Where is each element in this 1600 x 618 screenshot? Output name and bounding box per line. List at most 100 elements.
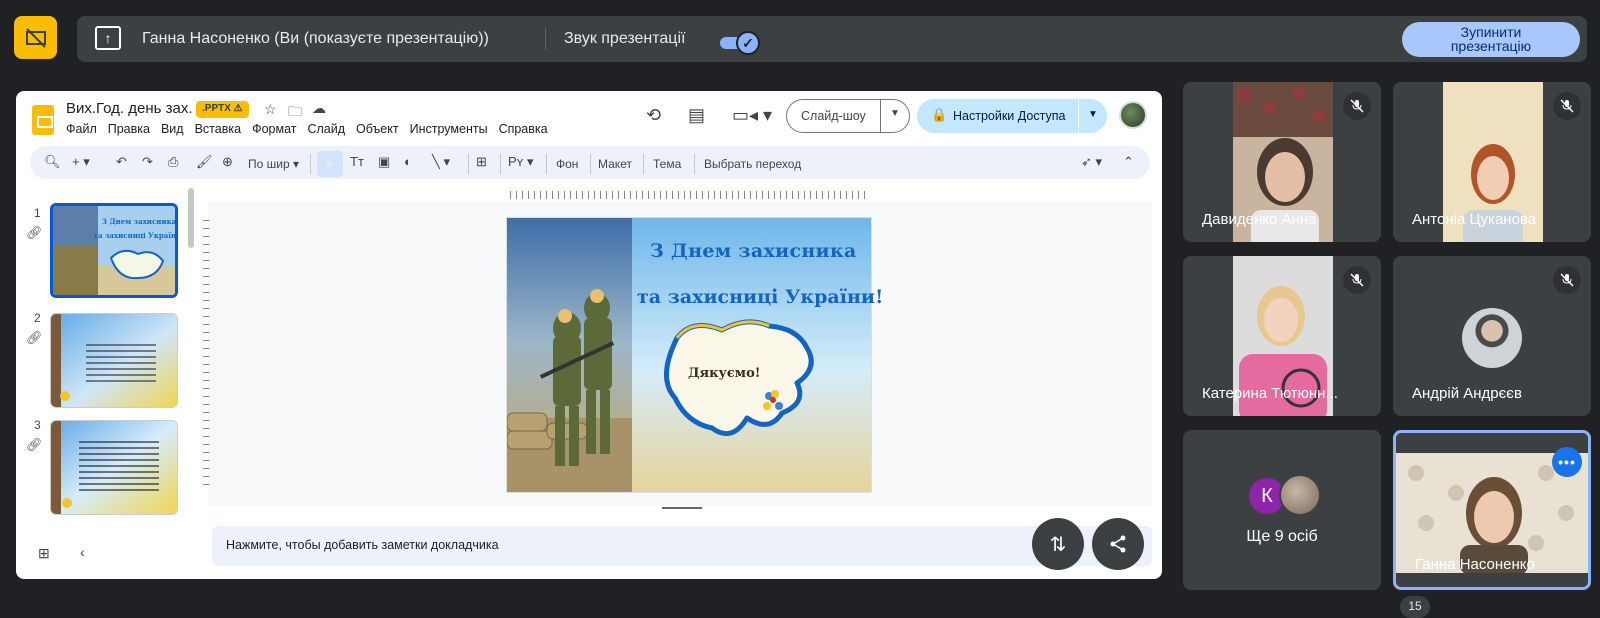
file-type-text: .PPTX <box>202 103 231 114</box>
slide-title-line1: З Днем захисника <box>650 240 857 262</box>
menu-item-insert[interactable]: Вставка <box>195 122 241 136</box>
participant-tile[interactable]: Андрій Андрєєв <box>1393 256 1591 416</box>
canvas-resize-handle[interactable] <box>662 507 702 509</box>
new-slide-icon[interactable]: + ▾ <box>72 154 90 170</box>
menu-item-slide[interactable]: Слайд <box>307 122 345 136</box>
theme-button[interactable]: Тема <box>653 157 681 171</box>
more-participants-tile[interactable]: К Ще 9 осіб <box>1183 430 1381 590</box>
self-view-tile[interactable]: ••• Ганна Насоненко <box>1393 430 1591 590</box>
zoom-select[interactable]: По шир ▾ <box>248 157 299 171</box>
cloud-saved-icon[interactable]: ☁ <box>312 100 326 117</box>
more-options-icon[interactable]: ••• <box>1552 447 1582 477</box>
slide-number: 1 <box>34 206 41 220</box>
slideshow-label: Слайд-шоу <box>801 109 866 123</box>
zoom-label: По шир <box>248 157 290 171</box>
participant-name: Давиденко Анна <box>1202 211 1317 228</box>
divider <box>545 28 546 50</box>
stop-button-line1: Зупинити <box>1460 24 1522 40</box>
participant-tile[interactable]: Катерина Тютюнн... <box>1183 256 1381 416</box>
slide-number: 3 <box>34 418 41 432</box>
pen-tool-icon[interactable]: ➶ ▾ <box>1081 154 1102 170</box>
participant-avatar <box>1279 474 1321 516</box>
redo-icon[interactable]: ↷ <box>142 154 153 170</box>
menu-item-view[interactable]: Вид <box>161 122 184 136</box>
file-type-badge: .PPTX ⚠ <box>196 101 249 118</box>
history-icon[interactable]: ⟲ <box>646 105 661 126</box>
menu-item-help[interactable]: Справка <box>499 122 548 136</box>
zoom-icon[interactable]: ⊕ <box>222 154 233 170</box>
participant-tile[interactable]: Антоніа Цуканова <box>1393 82 1591 242</box>
menu-item-object[interactable]: Объект <box>356 122 399 136</box>
participant-count-badge: 15 <box>1400 596 1430 618</box>
image-icon[interactable]: ▣ <box>378 154 390 170</box>
participant-name: Ганна Насоненко <box>1415 556 1535 573</box>
meet-video-icon[interactable]: ▭◂ ▾ <box>732 105 772 126</box>
menu-item-tools[interactable]: Инструменты <box>410 122 488 136</box>
ruler-horizontal <box>510 191 870 199</box>
slide-title-line2: та захисниці України! <box>637 286 884 308</box>
filmstrip-scrollbar[interactable] <box>188 188 194 248</box>
collapse-toolbar-icon[interactable]: ⌃ <box>1123 154 1134 170</box>
mic-off-icon <box>1343 266 1371 294</box>
swap-layout-icon[interactable]: ⇅ <box>1032 518 1084 570</box>
share-icon[interactable] <box>1092 518 1144 570</box>
menu-item-format[interactable]: Формат <box>252 122 296 136</box>
slide-thumbnail-3[interactable] <box>50 420 178 515</box>
mic-off-icon <box>1553 92 1581 120</box>
menu-bar: Файл Правка Вид Вставка Формат Слайд Объ… <box>66 122 548 136</box>
share-button[interactable]: 🔒 Настройки Доступа ▼ <box>917 99 1107 133</box>
stop-presenting-icon[interactable] <box>14 16 57 59</box>
link-icon: 🔗︎ <box>26 225 43 240</box>
star-icon[interactable]: ☆ <box>264 101 277 118</box>
grid-view-icon[interactable]: ⊞ <box>38 545 50 562</box>
add-comment-icon[interactable]: ⊞ <box>476 154 487 170</box>
participant-name: Андрій Андрєєв <box>1412 385 1522 402</box>
slideshow-button[interactable]: Слайд-шоу ▼ <box>786 99 910 133</box>
speaker-notes-placeholder: Нажмите, чтобы добавить заметки докладчи… <box>226 538 499 552</box>
presentation-sound-toggle[interactable]: ✓ <box>718 30 760 55</box>
print-icon[interactable]: ⎙ <box>168 154 178 170</box>
link-icon: 🔗︎ <box>26 330 43 345</box>
participant-name: Катерина Тютюнн... <box>1202 385 1338 402</box>
ruler-vertical <box>203 215 209 485</box>
participant-name: Антоніа Цуканова <box>1412 211 1537 228</box>
document-title[interactable]: Вих.Год. день зах. <box>66 100 193 117</box>
transition-button[interactable]: Выбрать переход <box>704 157 801 171</box>
present-screen-icon: ↑ <box>95 26 121 50</box>
chevron-down-icon[interactable]: ▼ <box>890 108 900 119</box>
comments-icon[interactable]: ▤ <box>688 105 705 126</box>
background-button[interactable]: Фон <box>556 157 578 171</box>
presenter-status-text: Ганна Насоненко (Ви (показуєте презентац… <box>142 30 489 47</box>
layout-button[interactable]: Макет <box>598 157 632 171</box>
lock-icon: 🔒 <box>931 107 948 122</box>
slides-app-icon[interactable] <box>32 105 54 135</box>
select-cursor-icon[interactable]: ➤ <box>317 151 343 177</box>
participant-tile[interactable]: Давиденко Анна <box>1183 82 1381 242</box>
slide-map-text: Дякуємо! <box>688 366 761 381</box>
paint-format-icon[interactable]: 🖌︎ <box>196 154 213 170</box>
line-icon[interactable]: ╲ ▾ <box>432 154 450 170</box>
link-icon: 🔗︎ <box>26 437 43 452</box>
menu-item-edit[interactable]: Правка <box>108 122 150 136</box>
chevron-left-icon[interactable]: ‹ <box>80 544 85 560</box>
input-tools-icon[interactable]: Pʏ ▾ <box>508 154 534 170</box>
slide-thumbnail-1[interactable]: З Днем захисника та захисниці України! <box>50 203 178 298</box>
more-participants-label: Ще 9 осіб <box>1246 528 1318 545</box>
slide-number: 2 <box>34 311 41 325</box>
presentation-sound-label: Звук презентації <box>564 30 686 47</box>
undo-icon[interactable]: ↶ <box>116 154 127 170</box>
slide-thumbnail-2[interactable] <box>50 313 178 408</box>
shape-icon[interactable]: ◐ <box>404 154 412 169</box>
svg-text:З Днем захисника: З Днем захисника <box>102 217 177 226</box>
stop-presenting-button[interactable]: Зупинити презентацію <box>1402 22 1580 57</box>
account-avatar[interactable] <box>1119 101 1147 129</box>
menu-item-file[interactable]: Файл <box>66 122 97 136</box>
text-box-icon[interactable]: Tᴛ <box>350 154 364 169</box>
mic-off-icon <box>1553 266 1581 294</box>
svg-text:та захисниці України!: та захисниці України! <box>94 231 178 240</box>
share-label: Настройки Доступа <box>953 109 1066 123</box>
check-icon: ✓ <box>736 31 760 55</box>
search-icon[interactable]: 🔍︎ <box>44 154 61 170</box>
mic-off-icon <box>1343 92 1371 120</box>
chevron-down-icon[interactable]: ▼ <box>1088 109 1098 120</box>
